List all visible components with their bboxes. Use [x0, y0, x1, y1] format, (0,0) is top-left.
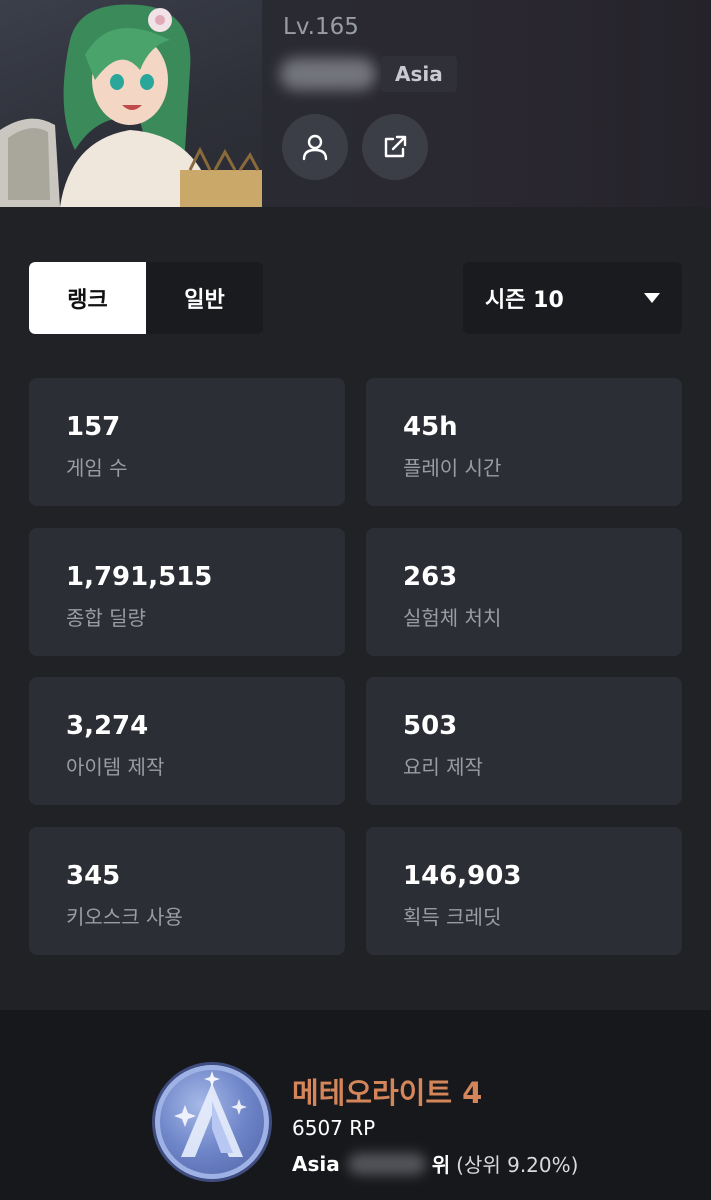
stat-value: 3,274: [66, 711, 149, 741]
stat-card-games: 157 게임 수: [29, 378, 345, 506]
stat-value: 345: [66, 861, 121, 891]
caret-down-icon: [644, 293, 660, 303]
stat-label: 요리 제작: [403, 755, 483, 779]
character-portrait-image: [0, 4, 262, 207]
stat-label: 키오스크 사용: [66, 905, 183, 929]
stat-card-credits: 146,903 획득 크레딧: [366, 827, 682, 955]
stat-label: 플레이 시간: [403, 456, 502, 480]
tab-normal[interactable]: 일반: [146, 262, 263, 334]
mode-tabs: 랭크 일반: [29, 262, 263, 334]
regional-rank: Asia 위 (상위 9.20%): [292, 1149, 578, 1178]
stat-label: 획득 크레딧: [403, 905, 502, 929]
rank-number-redacted: [347, 1152, 426, 1175]
stat-label: 아이템 제작: [66, 755, 165, 779]
rank-suffix: 위: [431, 1153, 451, 1177]
stat-card-kills: 263 실험체 처치: [366, 528, 682, 656]
rank-points: 6507 RP: [292, 1116, 376, 1140]
stat-value: 1,791,515: [66, 562, 213, 592]
stat-label: 종합 딜량: [66, 606, 146, 630]
profile-button[interactable]: [282, 114, 348, 180]
stat-value: 263: [403, 562, 458, 592]
rank-percentile: (상위 9.20%): [456, 1153, 579, 1177]
stat-value: 503: [403, 711, 458, 741]
stat-card-kiosk: 345 키오스크 사용: [29, 827, 345, 955]
stat-label: 실험체 처치: [403, 606, 502, 630]
stat-value: 157: [66, 412, 121, 442]
stat-card-damage: 1,791,515 종합 딜량: [29, 528, 345, 656]
profile-header: Lv.165 Asia: [0, 0, 711, 207]
stat-card-items-crafted: 3,274 아이템 제작: [29, 677, 345, 805]
stat-card-playtime: 45h 플레이 시간: [366, 378, 682, 506]
player-name-redacted: [280, 58, 376, 90]
person-icon: [302, 134, 328, 161]
share-button[interactable]: [362, 114, 428, 180]
tier-name: 메테오라이트 4: [292, 1076, 483, 1110]
tier-emblem-icon: [155, 1065, 269, 1179]
player-level: Lv.165: [283, 14, 359, 40]
rank-region: Asia: [292, 1151, 340, 1176]
character-avatar: [0, 0, 262, 207]
stat-value: 146,903: [403, 861, 522, 891]
season-dropdown[interactable]: 시즌 10: [463, 262, 682, 334]
region-badge: Asia: [381, 56, 457, 92]
tab-ranked[interactable]: 랭크: [29, 262, 146, 334]
stat-value: 45h: [403, 412, 458, 442]
season-selected-label: 시즌 10: [485, 288, 564, 313]
external-link-icon: [384, 135, 407, 158]
stat-card-food-crafted: 503 요리 제작: [366, 677, 682, 805]
stat-label: 게임 수: [66, 456, 128, 480]
meteorite-emblem-icon: [174, 1071, 247, 1157]
